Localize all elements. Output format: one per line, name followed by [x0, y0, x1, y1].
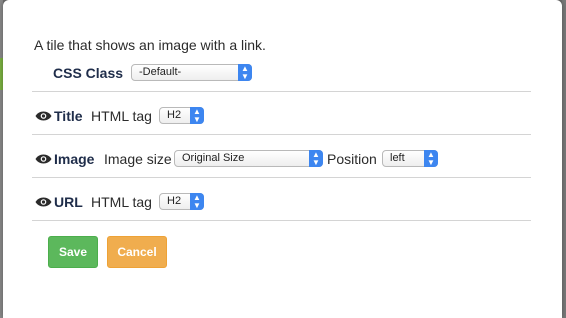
url-html-tag-label: HTML tag — [91, 194, 152, 210]
select-arrows-icon: ▲ ▼ — [238, 64, 252, 81]
url-row-label: URL — [54, 194, 83, 210]
select-arrows-icon: ▲ ▼ — [424, 150, 438, 167]
title-html-tag-select[interactable]: H2 ▲ ▼ — [159, 107, 204, 124]
divider — [32, 220, 531, 221]
image-row-label: Image — [54, 151, 95, 167]
position-select[interactable]: left ▲ ▼ — [382, 150, 438, 167]
select-arrows-icon: ▲ ▼ — [309, 150, 323, 167]
image-size-label: Image size — [104, 151, 172, 167]
title-html-tag-label: HTML tag — [91, 108, 152, 124]
title-row-label: Title — [54, 108, 83, 124]
select-arrows-icon: ▲ ▼ — [190, 193, 204, 210]
css-class-label: CSS Class — [53, 65, 124, 81]
image-size-value: Original Size — [182, 152, 245, 164]
divider — [32, 91, 531, 92]
title-html-tag-value: H2 — [167, 109, 182, 121]
divider — [32, 134, 531, 135]
css-class-select-value: -Default- — [139, 66, 182, 78]
css-class-select[interactable]: -Default- ▲ ▼ — [131, 64, 252, 81]
image-size-select[interactable]: Original Size ▲ ▼ — [174, 150, 323, 167]
select-arrows-icon: ▲ ▼ — [190, 107, 204, 124]
eye-icon[interactable] — [35, 154, 52, 164]
eye-icon[interactable] — [35, 197, 52, 207]
position-value: left — [390, 152, 405, 164]
save-button[interactable]: Save — [48, 236, 98, 268]
url-html-tag-select[interactable]: H2 ▲ ▼ — [159, 193, 204, 210]
eye-icon[interactable] — [35, 111, 52, 121]
divider — [32, 177, 531, 178]
tile-description: A tile that shows an image with a link. — [34, 37, 266, 53]
url-html-tag-value: H2 — [167, 195, 182, 207]
background-right — [562, 0, 566, 318]
position-label: Position — [327, 151, 377, 167]
tile-settings-dialog: A tile that shows an image with a link. … — [3, 0, 562, 318]
cancel-button[interactable]: Cancel — [107, 236, 167, 268]
